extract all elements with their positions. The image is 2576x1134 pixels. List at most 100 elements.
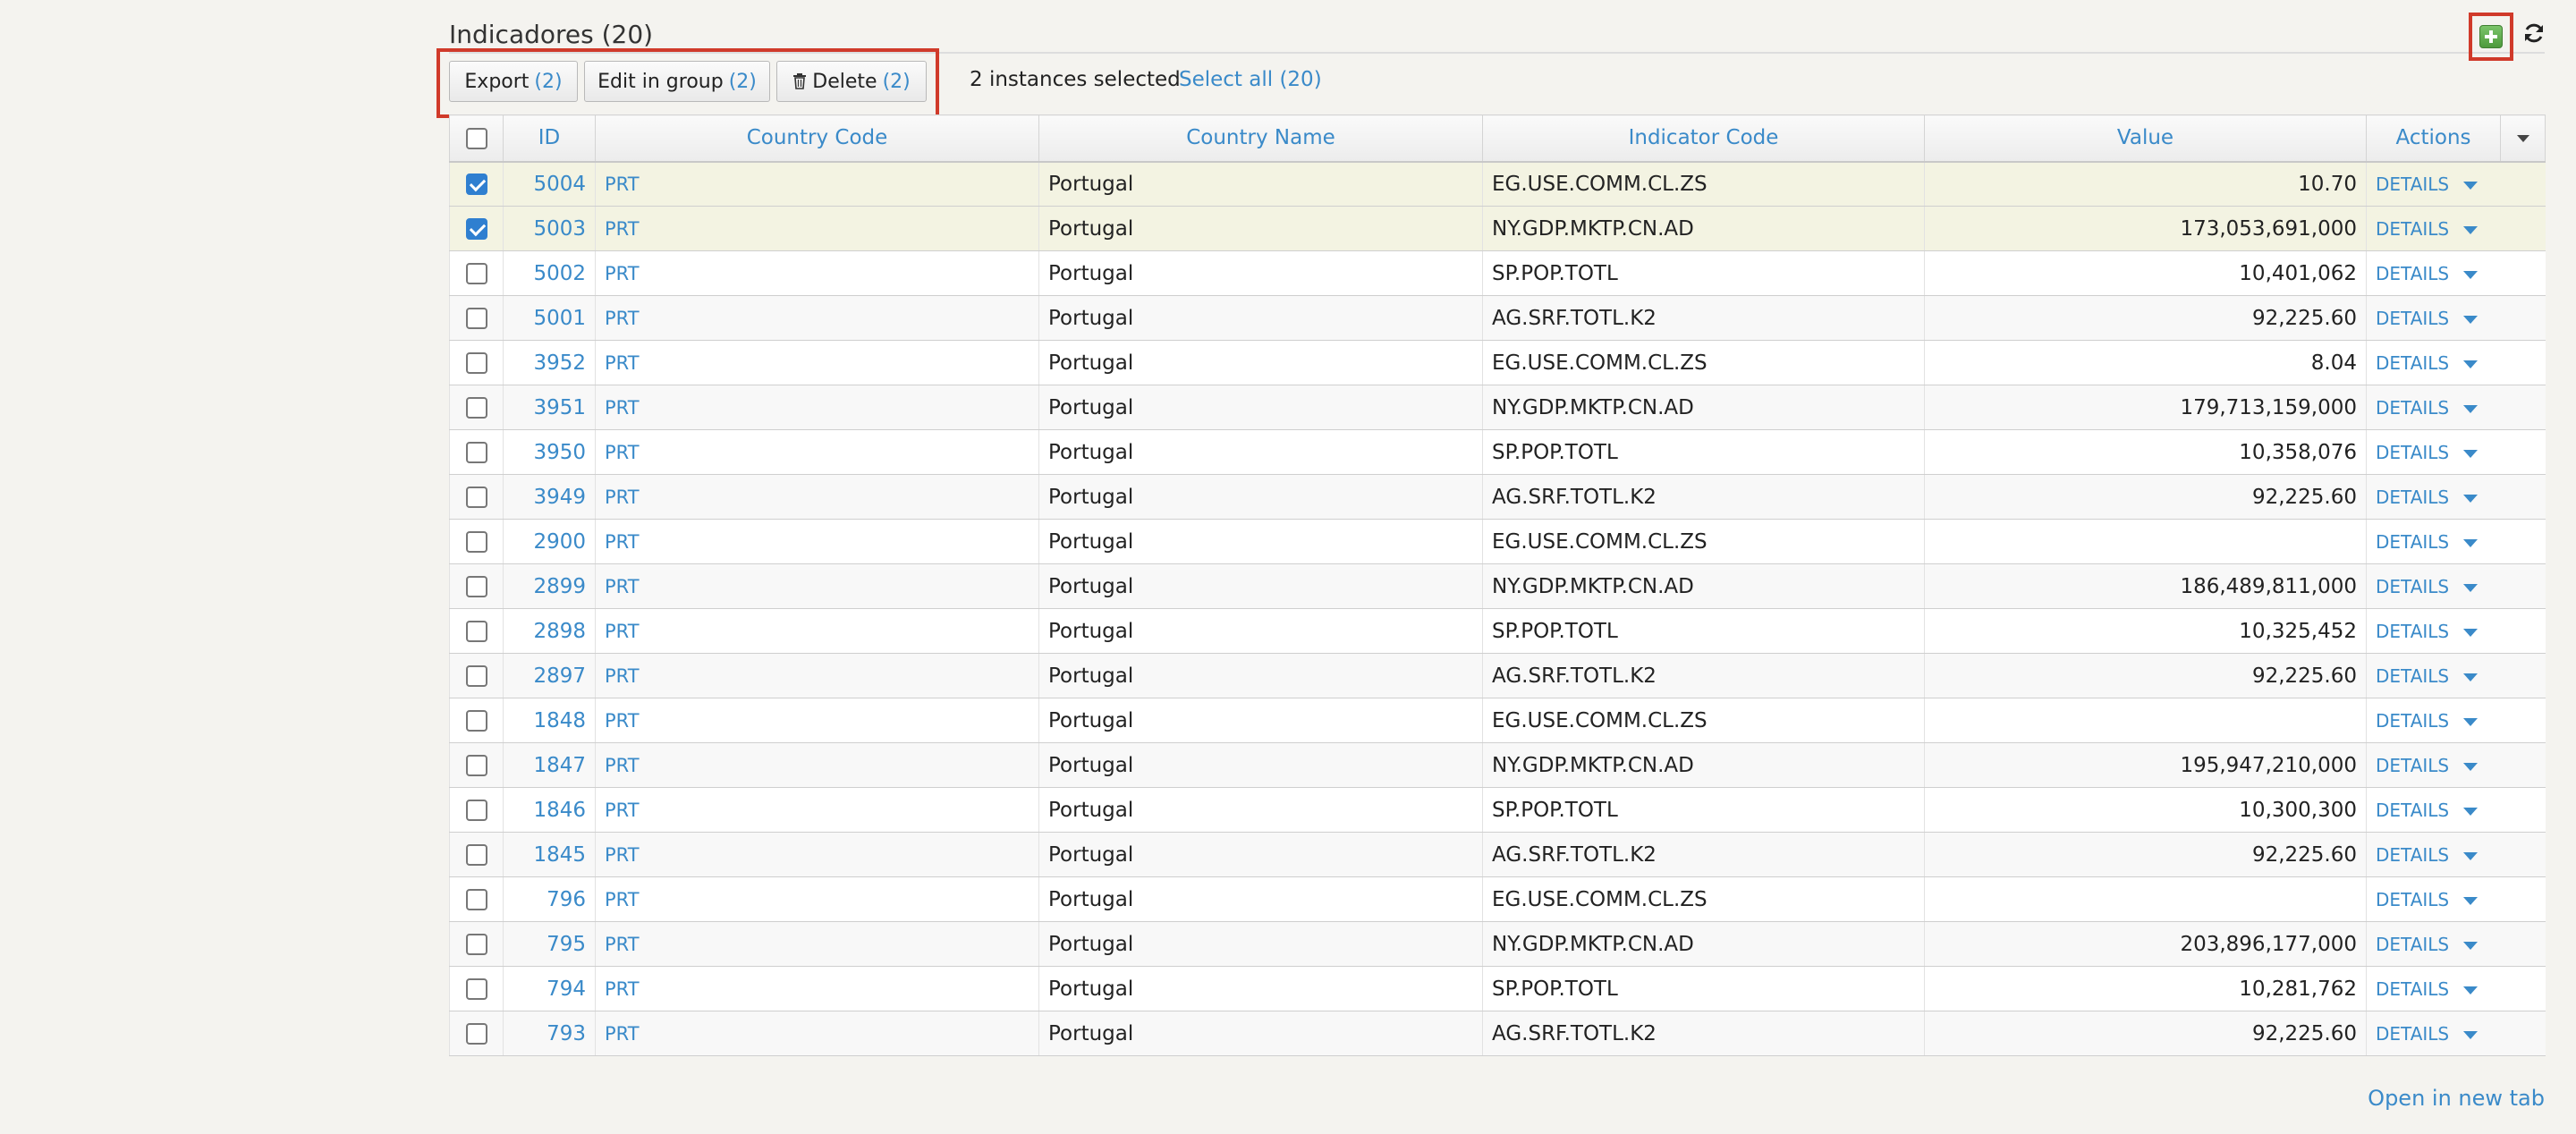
- select-all-checkbox[interactable]: [465, 127, 487, 149]
- row-country-code-link[interactable]: PRT: [595, 161, 1039, 207]
- column-menu-button[interactable]: [2500, 114, 2546, 163]
- caret-down-icon: [2463, 851, 2479, 860]
- delete-count: (2): [882, 70, 911, 93]
- row-checkbox[interactable]: [465, 397, 487, 419]
- row-details-dropdown[interactable]: DETAILS: [2366, 921, 2546, 967]
- row-id-link[interactable]: 1847: [503, 742, 596, 788]
- row-checkbox[interactable]: [465, 800, 487, 821]
- row-details-dropdown[interactable]: DETAILS: [2366, 250, 2546, 296]
- row-checkbox[interactable]: [465, 710, 487, 732]
- column-header-indicator-code[interactable]: Indicator Code: [1482, 114, 1925, 163]
- row-checkbox[interactable]: [465, 1023, 487, 1045]
- add-button[interactable]: [2479, 25, 2503, 48]
- column-header-id[interactable]: ID: [503, 114, 596, 163]
- row-details-dropdown[interactable]: DETAILS: [2366, 474, 2546, 520]
- row-country-code-link[interactable]: PRT: [595, 340, 1039, 385]
- row-country-code-link[interactable]: PRT: [595, 519, 1039, 564]
- caret-down-icon: [2463, 807, 2479, 816]
- row-checkbox[interactable]: [465, 621, 487, 642]
- row-checkbox[interactable]: [465, 442, 487, 463]
- column-header-value[interactable]: Value: [1924, 114, 2367, 163]
- row-checkbox[interactable]: [465, 218, 487, 240]
- row-country-code-link[interactable]: PRT: [595, 250, 1039, 296]
- row-details-dropdown[interactable]: DETAILS: [2366, 385, 2546, 430]
- table-row: 2898 PRT Portugal SP.POP.TOTL 10,325,452 DETA…: [449, 608, 2546, 654]
- row-id-link[interactable]: 1845: [503, 832, 596, 877]
- row-id-link[interactable]: 2897: [503, 653, 596, 698]
- row-id-link[interactable]: 2899: [503, 563, 596, 609]
- row-country-code-link[interactable]: PRT: [595, 295, 1039, 341]
- row-country-code-link[interactable]: PRT: [595, 429, 1039, 475]
- row-checkbox[interactable]: [465, 308, 487, 329]
- row-checkbox[interactable]: [465, 263, 487, 284]
- export-button[interactable]: Export (2): [449, 61, 578, 102]
- row-id-link[interactable]: 5004: [503, 161, 596, 207]
- row-details-dropdown[interactable]: DETAILS: [2366, 787, 2546, 833]
- row-details-dropdown[interactable]: DETAILS: [2366, 519, 2546, 564]
- row-id-link[interactable]: 1846: [503, 787, 596, 833]
- row-id-link[interactable]: 1848: [503, 698, 596, 743]
- row-checkbox[interactable]: [465, 487, 487, 508]
- row-country-code-link[interactable]: PRT: [595, 742, 1039, 788]
- row-details-dropdown[interactable]: DETAILS: [2366, 608, 2546, 654]
- row-id-link[interactable]: 3949: [503, 474, 596, 520]
- select-all-link[interactable]: Select all (20): [1179, 68, 1322, 91]
- row-details-dropdown[interactable]: DETAILS: [2366, 340, 2546, 385]
- edit-in-group-button[interactable]: Edit in group (2): [584, 61, 770, 102]
- row-checkbox[interactable]: [465, 978, 487, 1000]
- row-details-dropdown[interactable]: DETAILS: [2366, 563, 2546, 609]
- row-country-code-link[interactable]: PRT: [595, 608, 1039, 654]
- row-details-dropdown[interactable]: DETAILS: [2366, 966, 2546, 1011]
- row-country-code-link[interactable]: PRT: [595, 563, 1039, 609]
- row-country-code-link[interactable]: PRT: [595, 966, 1039, 1011]
- row-country-code-link[interactable]: PRT: [595, 474, 1039, 520]
- row-checkbox[interactable]: [465, 352, 487, 374]
- row-checkbox[interactable]: [465, 844, 487, 866]
- row-value: 92,225.60: [1924, 653, 2367, 698]
- open-in-new-tab-link[interactable]: Open in new tab: [2368, 1086, 2545, 1111]
- row-country-code-link[interactable]: PRT: [595, 206, 1039, 251]
- row-id-link[interactable]: 3951: [503, 385, 596, 430]
- row-checkbox[interactable]: [465, 755, 487, 776]
- row-details-dropdown[interactable]: DETAILS: [2366, 1011, 2546, 1056]
- row-details-dropdown[interactable]: DETAILS: [2366, 876, 2546, 922]
- row-id-link[interactable]: 794: [503, 966, 596, 1011]
- column-header-country-name[interactable]: Country Name: [1038, 114, 1483, 163]
- row-checkbox[interactable]: [465, 576, 487, 597]
- column-header-country-code[interactable]: Country Code: [595, 114, 1039, 163]
- row-id-link[interactable]: 796: [503, 876, 596, 922]
- row-checkbox[interactable]: [465, 531, 487, 553]
- row-checkbox[interactable]: [465, 173, 487, 196]
- row-checkbox[interactable]: [465, 934, 487, 955]
- row-id-link[interactable]: 2898: [503, 608, 596, 654]
- row-details-dropdown[interactable]: DETAILS: [2366, 161, 2546, 207]
- row-id-link[interactable]: 795: [503, 921, 596, 967]
- row-details-dropdown[interactable]: DETAILS: [2366, 429, 2546, 475]
- row-details-dropdown[interactable]: DETAILS: [2366, 295, 2546, 341]
- row-country-code-link[interactable]: PRT: [595, 832, 1039, 877]
- row-country-code-link[interactable]: PRT: [595, 876, 1039, 922]
- row-checkbox[interactable]: [465, 665, 487, 687]
- row-id-link[interactable]: 5001: [503, 295, 596, 341]
- row-id-link[interactable]: 3950: [503, 429, 596, 475]
- row-checkbox[interactable]: [465, 889, 487, 910]
- row-id-link[interactable]: 3952: [503, 340, 596, 385]
- row-details-dropdown[interactable]: DETAILS: [2366, 698, 2546, 743]
- row-id-link[interactable]: 2900: [503, 519, 596, 564]
- row-id-link[interactable]: 5002: [503, 250, 596, 296]
- delete-button[interactable]: Delete (2): [776, 61, 927, 102]
- row-country-code-link[interactable]: PRT: [595, 698, 1039, 743]
- row-country-code-link[interactable]: PRT: [595, 787, 1039, 833]
- row-country-code-link[interactable]: PRT: [595, 921, 1039, 967]
- row-id-link[interactable]: 5003: [503, 206, 596, 251]
- row-id-link[interactable]: 793: [503, 1011, 596, 1056]
- refresh-button[interactable]: [2522, 21, 2547, 47]
- row-details-dropdown[interactable]: DETAILS: [2366, 832, 2546, 877]
- row-country-code-link[interactable]: PRT: [595, 653, 1039, 698]
- row-country-code-link[interactable]: PRT: [595, 1011, 1039, 1056]
- row-details-dropdown[interactable]: DETAILS: [2366, 206, 2546, 251]
- row-indicator-code: AG.SRF.TOTL.K2: [1482, 295, 1925, 341]
- row-details-dropdown[interactable]: DETAILS: [2366, 653, 2546, 698]
- row-country-code-link[interactable]: PRT: [595, 385, 1039, 430]
- row-details-dropdown[interactable]: DETAILS: [2366, 742, 2546, 788]
